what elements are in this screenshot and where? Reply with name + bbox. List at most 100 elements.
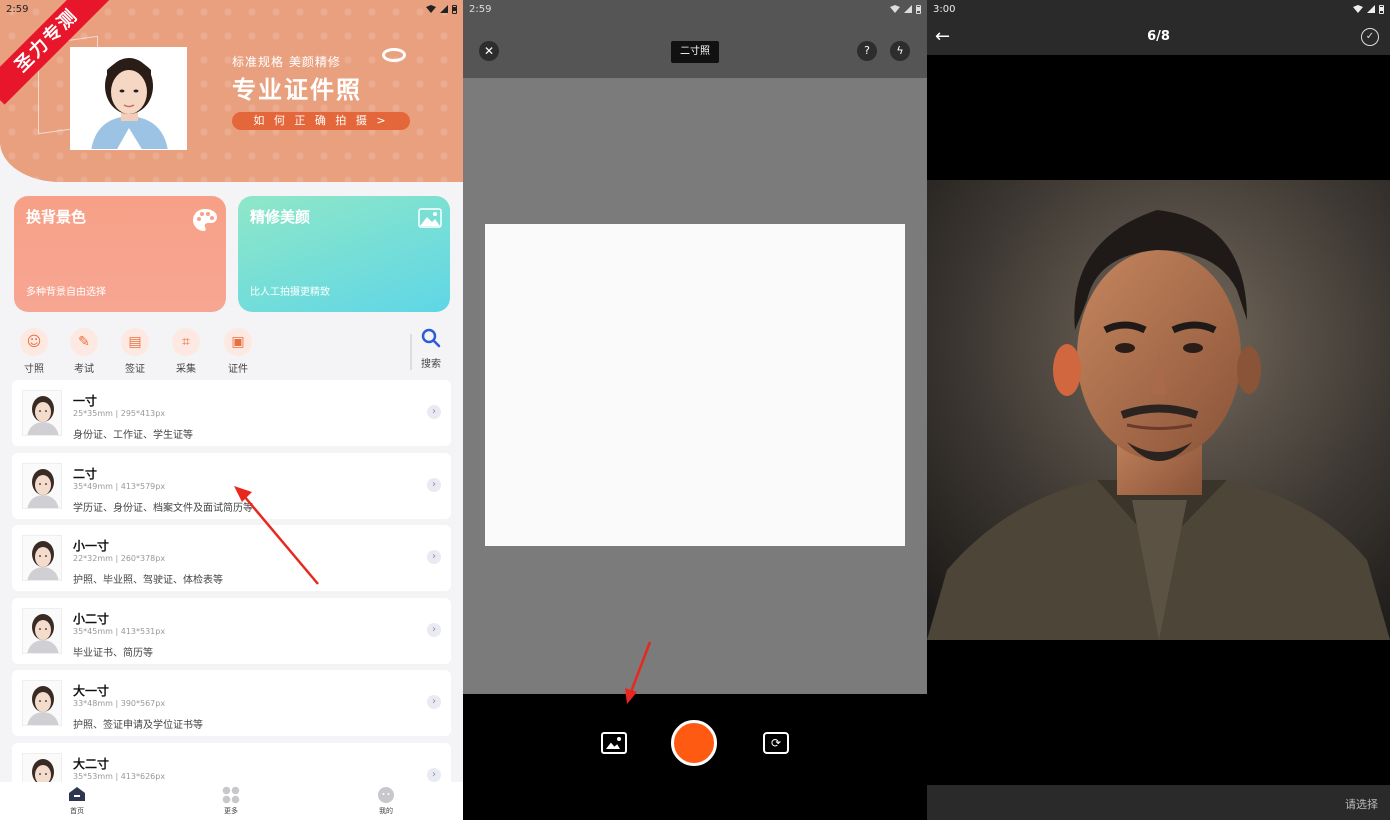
- capture-frame: [485, 224, 905, 546]
- flash-icon: ϟ: [896, 44, 904, 57]
- signal-icon: [440, 5, 448, 13]
- camera-viewfinder[interactable]: [463, 78, 927, 694]
- avatar: [22, 462, 62, 509]
- preview-photo[interactable]: [927, 180, 1390, 640]
- change-background-card[interactable]: 换背景色 多种背景自由选择: [14, 196, 226, 312]
- signal-icon: [1367, 5, 1375, 13]
- search-button[interactable]: 搜索: [416, 328, 446, 370]
- category-label: 采集: [176, 364, 196, 375]
- chevron-right-icon: ›: [427, 550, 441, 564]
- id-photo-home-screen: 标准规格 美颜精修 专业证件照 如 何 正 确 拍 摄 > 2:59 圣力专测 …: [0, 0, 463, 820]
- category-label: 证件: [228, 364, 248, 375]
- battery-icon: [452, 4, 457, 14]
- item-size: 35*53mm | 413*626px: [73, 771, 166, 781]
- item-title: 大二寸: [73, 756, 110, 771]
- category-collect[interactable]: ⌗ 采集: [166, 328, 206, 375]
- beautify-card[interactable]: 精修美颜 比人工拍摄更精致: [238, 196, 450, 312]
- status-icons: [890, 4, 921, 14]
- palette-icon: [192, 208, 218, 238]
- close-button[interactable]: ✕: [479, 41, 499, 61]
- camera-mode-title: 二寸照: [671, 41, 719, 63]
- select-button[interactable]: 请选择: [1345, 796, 1378, 812]
- status-time: 2:59: [469, 3, 492, 15]
- list-item[interactable]: 小二寸 35*45mm | 413*531px 毕业证书、简历等 ›: [12, 597, 451, 664]
- category-label: 签证: [125, 364, 145, 375]
- avatar: [22, 390, 62, 436]
- divider: [410, 334, 412, 370]
- item-description: 身份证、工作证、学生证等: [73, 430, 193, 441]
- item-description: 毕业证书、简历等: [73, 647, 153, 659]
- how-to-shoot-button[interactable]: 如 何 正 确 拍 摄 >: [232, 112, 410, 130]
- battery-icon: [916, 4, 921, 14]
- item-title: 二寸: [73, 466, 98, 481]
- tab-profile[interactable]: 我的: [356, 786, 416, 816]
- flash-button[interactable]: ϟ: [890, 41, 910, 61]
- list-item[interactable]: 二寸 35*49mm | 413*579px 学历证、身份证、档案文件及面试简历…: [12, 452, 451, 519]
- check-icon: ✓: [1365, 31, 1375, 42]
- picker-bottom-bar: 请选择: [927, 785, 1390, 820]
- tab-label: 我的: [379, 807, 393, 815]
- item-title: 一寸: [73, 394, 98, 408]
- switch-camera-button[interactable]: ⟳: [763, 732, 789, 754]
- item-size: 25*35mm | 295*413px: [73, 409, 166, 418]
- avatar: [22, 535, 62, 581]
- chevron-right-icon: ›: [427, 405, 441, 419]
- wifi-icon: [426, 5, 436, 13]
- select-check-button[interactable]: ✓: [1361, 28, 1379, 46]
- id-icon: ▣: [224, 328, 252, 356]
- status-icons: [1353, 4, 1384, 14]
- help-button[interactable]: ?: [857, 41, 877, 61]
- portrait-icon: ☺: [20, 328, 48, 356]
- item-title: 小一寸: [73, 539, 110, 553]
- item-description: 护照、毕业照、驾驶证、体检表等: [73, 575, 223, 586]
- item-size: 33*48mm | 390*567px: [73, 699, 166, 708]
- image-counter: 6/8: [1147, 29, 1170, 44]
- list-item[interactable]: 小一寸 22*32mm | 260*378px 护照、毕业照、驾驶证、体检表等 …: [12, 525, 451, 591]
- category-visa[interactable]: ▤ 签证: [115, 328, 155, 375]
- card-description: 多种背景自由选择: [26, 287, 106, 298]
- item-size: 35*49mm | 413*579px: [73, 481, 166, 491]
- category-label: 考试: [74, 364, 94, 375]
- tab-home[interactable]: 首页: [47, 786, 107, 816]
- chevron-right-icon: ›: [427, 622, 441, 637]
- banner-subtitle: 标准规格 美颜精修: [232, 55, 341, 69]
- home-icon: [47, 786, 107, 804]
- picker-top-bar: 3:00 ← 6/8 ✓: [927, 0, 1390, 55]
- item-title: 小二寸: [73, 611, 110, 626]
- list-item[interactable]: 大一寸 33*48mm | 390*567px 护照、签证申请及学位证书等 ›: [12, 670, 451, 736]
- signal-icon: [904, 5, 912, 13]
- banner-ring-decoration: [382, 48, 406, 62]
- banner-title: 专业证件照: [232, 76, 362, 104]
- card-description: 比人工拍摄更精致: [250, 287, 330, 298]
- category-exam[interactable]: ✎ 考试: [64, 328, 104, 375]
- camera-controls: ⟳: [463, 694, 927, 820]
- avatar: [22, 680, 62, 726]
- chevron-right-icon: ›: [427, 477, 441, 492]
- photo-size-list: 一寸 25*35mm | 295*413px 身份证、工作证、学生证等 › 二寸…: [12, 380, 451, 815]
- card-title: 精修美颜: [250, 208, 311, 226]
- bottom-tab-bar: 首页 更多 我的: [0, 782, 463, 820]
- status-icons: [426, 4, 457, 14]
- category-portrait[interactable]: ☺ 寸照: [14, 328, 54, 375]
- shutter-button[interactable]: [671, 720, 717, 766]
- grid-icon: [201, 786, 261, 804]
- tab-more[interactable]: 更多: [201, 786, 261, 816]
- category-certificate[interactable]: ▣ 证件: [218, 328, 258, 375]
- profile-icon: [356, 786, 416, 804]
- list-item[interactable]: 一寸 25*35mm | 295*413px 身份证、工作证、学生证等 ›: [12, 380, 451, 446]
- card-icon: ▤: [121, 328, 149, 356]
- gallery-button[interactable]: [601, 732, 627, 754]
- scan-icon: ⌗: [172, 328, 200, 356]
- photo-picker-screen: 3:00 ← 6/8 ✓ 请选择: [927, 0, 1390, 820]
- category-label: 寸照: [24, 364, 44, 375]
- wifi-icon: [1353, 5, 1363, 13]
- banner-sample-photo: [70, 47, 187, 150]
- status-time: 2:59: [6, 3, 29, 15]
- pen-icon: ✎: [70, 328, 98, 356]
- item-size: 22*32mm | 260*378px: [73, 554, 166, 563]
- close-icon: ✕: [483, 44, 495, 58]
- item-size: 35*45mm | 413*531px: [73, 626, 166, 636]
- item-description: 学历证、身份证、档案文件及面试简历等: [73, 502, 253, 514]
- camera-top-bar: 2:59 ✕ 二寸照 ? ϟ: [463, 0, 927, 78]
- card-title: 换背景色: [26, 208, 87, 226]
